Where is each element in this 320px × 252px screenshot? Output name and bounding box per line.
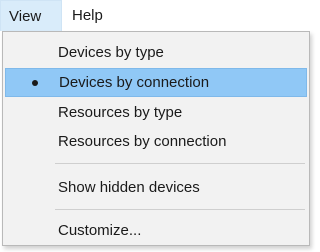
menu-help[interactable]: Help	[62, 0, 103, 31]
menu-item-show-hidden-devices[interactable]: Show hidden devices	[5, 173, 307, 202]
menu-help-label: Help	[72, 7, 103, 24]
menu-item-customize[interactable]: Customize...	[5, 216, 307, 245]
menu-item-label: Resources by type	[58, 104, 183, 121]
menu-item-label: Customize...	[58, 222, 142, 239]
view-dropdown-menu: Devices by type Devices by connection Re…	[2, 31, 310, 246]
menu-item-label: Devices by type	[58, 44, 164, 61]
menu-item-label: Resources by connection	[58, 133, 227, 150]
menu-bar: View Help	[0, 0, 318, 31]
menu-item-label: Devices by connection	[59, 74, 210, 91]
menu-view-label: View	[9, 7, 42, 25]
menu-item-devices-by-connection[interactable]: Devices by connection	[5, 68, 307, 97]
menu-item-resources-by-connection[interactable]: Resources by connection	[5, 127, 307, 156]
menu-separator	[55, 163, 305, 164]
menu-view[interactable]: View	[0, 0, 62, 31]
menu-separator	[55, 209, 305, 210]
radio-bullet-icon	[32, 79, 38, 86]
menu-item-devices-by-type[interactable]: Devices by type	[5, 38, 307, 67]
menu-item-resources-by-type[interactable]: Resources by type	[5, 98, 307, 127]
menu-item-label: Show hidden devices	[58, 179, 200, 196]
screenshot-stage: View Help Devices by type Devices by con…	[0, 0, 318, 252]
